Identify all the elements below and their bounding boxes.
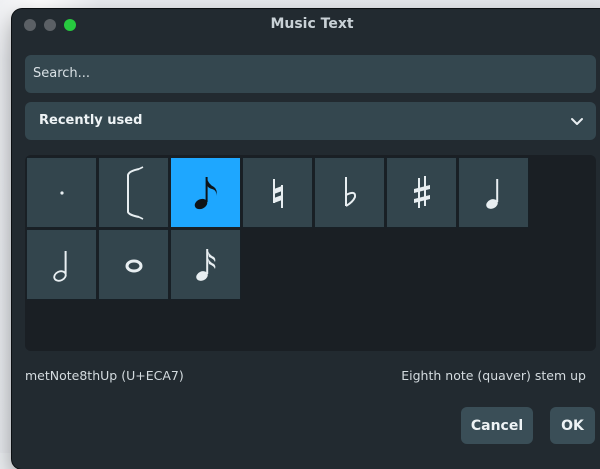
symbol-cell-half-note[interactable] bbox=[26, 229, 97, 300]
cancel-button[interactable]: Cancel bbox=[461, 407, 533, 444]
dot-icon bbox=[59, 190, 64, 195]
symbol-cell-quarter-note[interactable] bbox=[458, 157, 529, 228]
music-text-dialog: Music Text Search... Recently used metNo… bbox=[12, 9, 600, 469]
sharp-icon bbox=[413, 175, 430, 208]
ok-button[interactable]: OK bbox=[550, 407, 595, 444]
titlebar: Music Text bbox=[12, 9, 600, 43]
symbol-cell-flat[interactable] bbox=[314, 157, 385, 228]
selected-symbol-description: Eighth note (quaver) stem up bbox=[401, 368, 586, 383]
quarter-note-icon bbox=[485, 178, 498, 209]
symbol-cell-dot[interactable] bbox=[26, 157, 97, 228]
chevron-down-icon bbox=[571, 118, 583, 125]
category-selected-label: Recently used bbox=[39, 113, 143, 128]
symbol-cell-sharp[interactable] bbox=[386, 157, 457, 228]
sixteenth-note-icon bbox=[195, 248, 215, 281]
symbol-cell-bracket[interactable] bbox=[98, 157, 169, 228]
flat-icon bbox=[344, 176, 356, 207]
search-input[interactable]: Search... bbox=[25, 55, 596, 93]
half-note-icon bbox=[52, 250, 67, 282]
window-title: Music Text bbox=[270, 16, 354, 32]
symbol-cell-whole-note[interactable] bbox=[98, 229, 169, 300]
symbol-cell-eighth-note[interactable] bbox=[170, 157, 241, 228]
natural-icon bbox=[272, 178, 283, 208]
bracket-icon bbox=[126, 165, 143, 220]
symbol-cell-natural[interactable] bbox=[242, 157, 313, 228]
search-placeholder: Search... bbox=[33, 66, 91, 81]
symbol-grid bbox=[25, 155, 596, 351]
eighth-note-icon bbox=[194, 176, 217, 209]
category-dropdown[interactable]: Recently used bbox=[25, 102, 596, 140]
symbol-cell-sixteenth-note[interactable] bbox=[170, 229, 241, 300]
selected-symbol-name: metNote8thUp (U+ECA7) bbox=[25, 368, 184, 383]
whole-note-icon bbox=[125, 259, 142, 272]
